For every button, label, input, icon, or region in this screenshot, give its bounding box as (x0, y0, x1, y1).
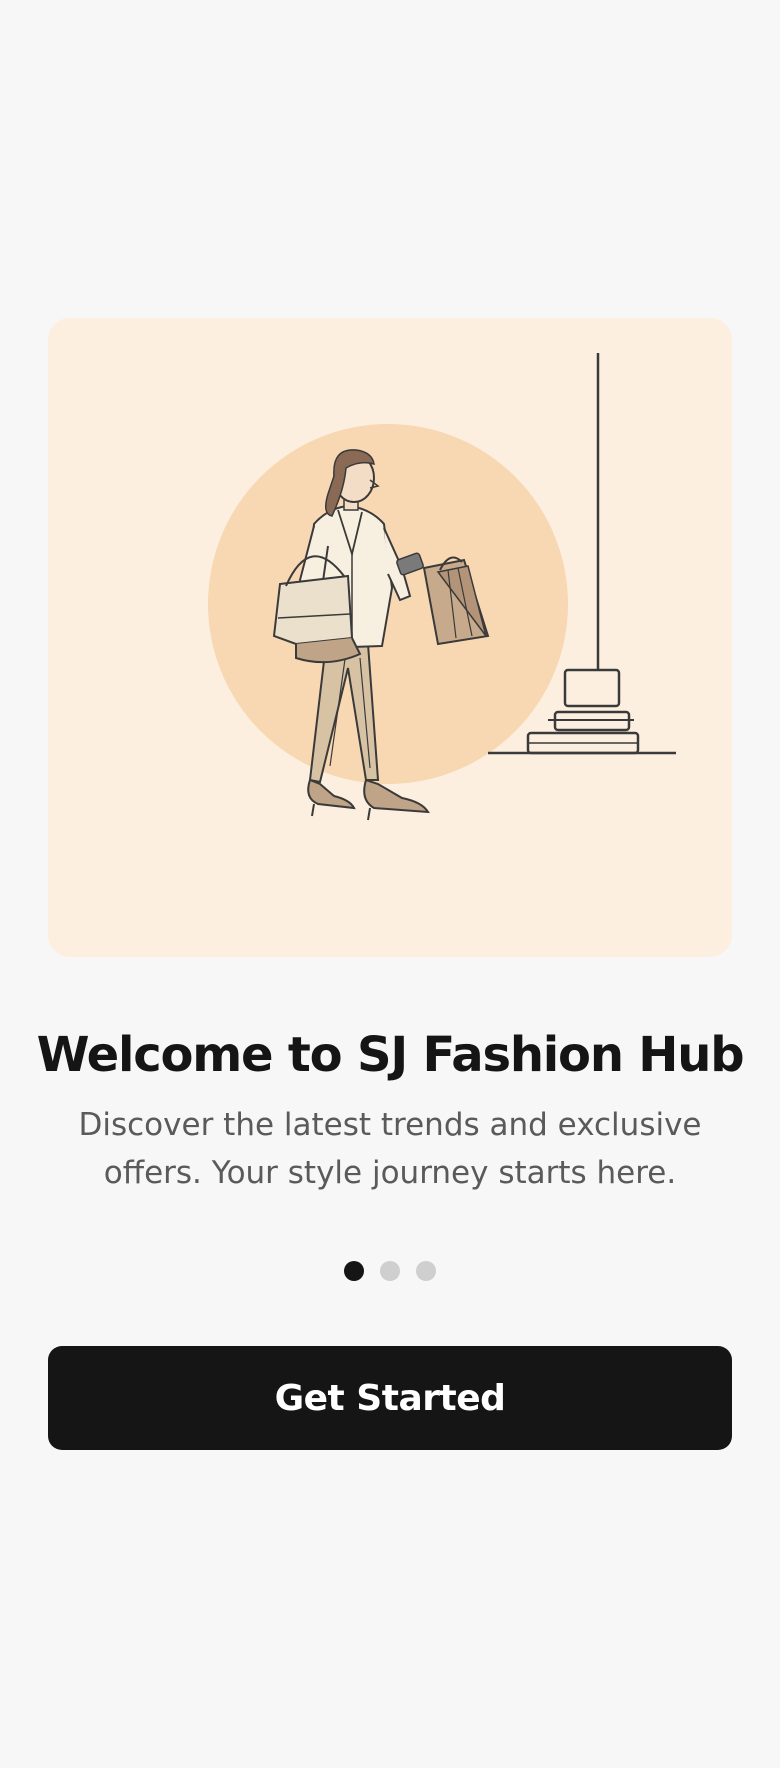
woman-with-shopping-bags-illustration (208, 353, 676, 821)
pagination-dot-2[interactable] (380, 1261, 400, 1281)
pagination-dots (0, 1261, 780, 1281)
onboarding-screen: Welcome to SJ Fashion Hub Discover the l… (0, 0, 780, 1768)
get-started-button[interactable]: Get Started (48, 1346, 732, 1450)
page-subtitle: Discover the latest trends and exclusive… (78, 1107, 702, 1191)
page-title: Welcome to SJ Fashion Hub (36, 1027, 745, 1083)
pagination-dot-3[interactable] (416, 1261, 436, 1281)
hero-illustration-card (48, 318, 732, 957)
pagination-dot-1[interactable] (344, 1261, 364, 1281)
